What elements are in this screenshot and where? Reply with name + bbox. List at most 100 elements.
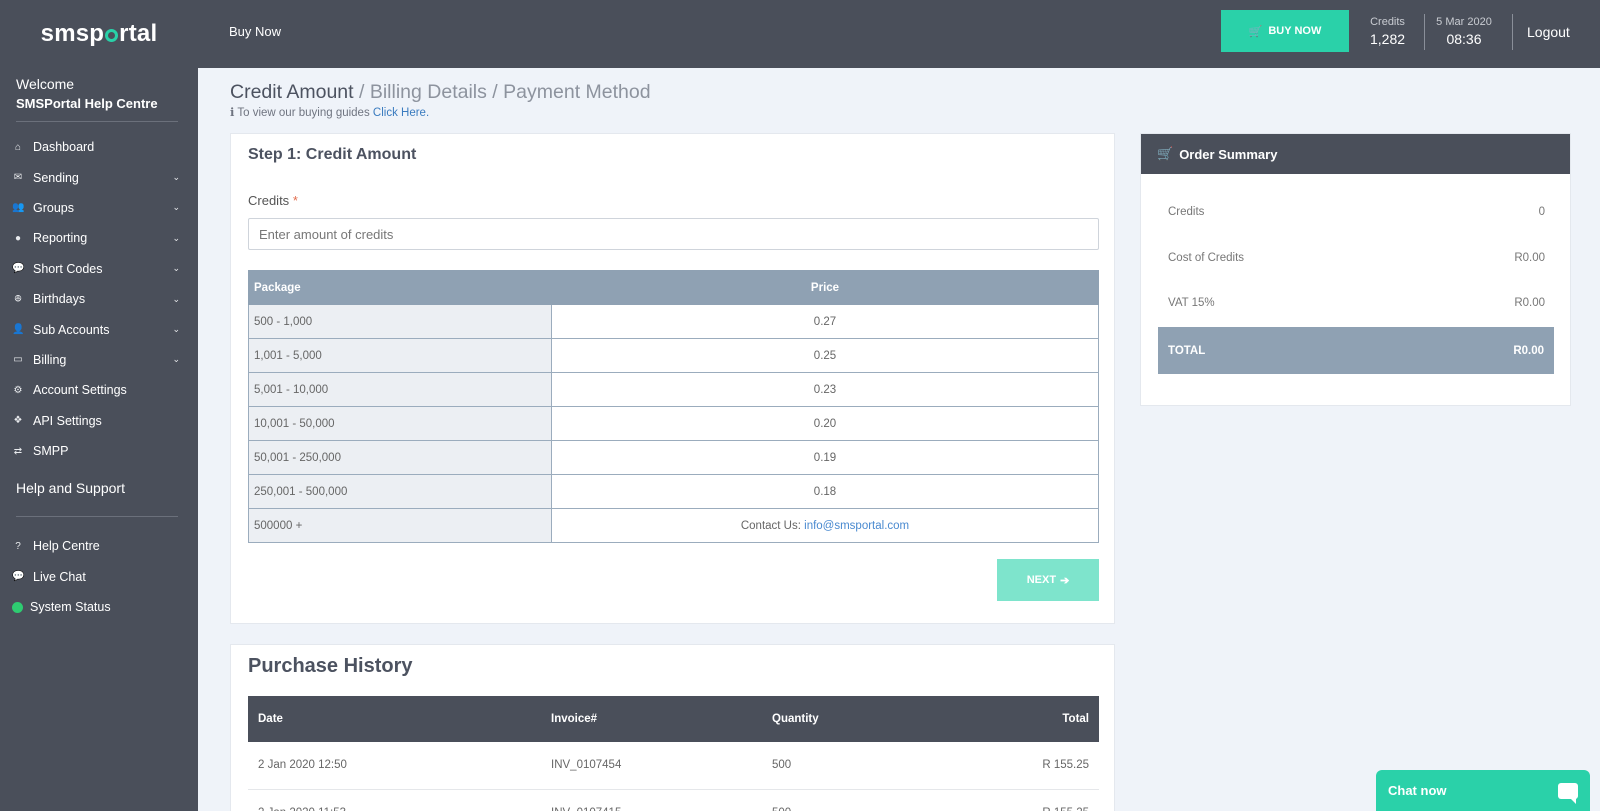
- row-invoice: INV_0107415: [541, 789, 762, 811]
- package-range: 250,001 - 500,000: [248, 474, 552, 509]
- package-price: 0.18: [551, 474, 1099, 509]
- history-header-row: Date Invoice# Quantity Total: [248, 696, 1099, 742]
- summary-row-credits: Credits 0: [1168, 206, 1545, 218]
- pricing-table: Package Price 500 - 1,000 0.27 1,001 - 5,0…: [248, 270, 1099, 543]
- purchase-history-card: Purchase History Date Invoice# Quantity …: [230, 644, 1115, 811]
- row-date: 2 Jan 2020 12:50: [248, 742, 541, 790]
- checkout-steps: Credit Amount / Billing Details / Paymen…: [230, 81, 651, 103]
- sidebar-item-label: Sub Accounts: [33, 322, 110, 337]
- topbar-divider: [1512, 14, 1513, 50]
- credit-amount-card: Step 1: Credit Amount Credits * Package …: [230, 133, 1115, 624]
- sidebar-item-billing[interactable]: ▭ Billing ⌄: [0, 345, 198, 375]
- sidebar-item-birthdays[interactable]: ꔮ Birthdays ⌄: [0, 284, 198, 314]
- buy-now-button[interactable]: 🛒 Buy Now: [1221, 10, 1349, 52]
- row-total: R 155.25: [916, 742, 1099, 790]
- sidebar-item-label: API Settings: [33, 413, 102, 428]
- logout-button[interactable]: Logout: [1527, 24, 1570, 40]
- credits-value: 1,282: [1370, 31, 1406, 47]
- sidebar-item-label: Short Codes: [33, 261, 103, 276]
- sidebar-item-system-status[interactable]: System Status: [0, 592, 198, 622]
- guide-link[interactable]: Click Here.: [373, 107, 429, 119]
- sidebar-item-label: Groups: [33, 200, 74, 215]
- current-date: 5 Mar 2020: [1436, 16, 1492, 28]
- logo[interactable]: sms p rtal: [0, 0, 198, 68]
- arrow-right-icon: ➔: [1060, 574, 1070, 587]
- breadcrumb[interactable]: Buy Now: [229, 24, 281, 39]
- exchange-icon: ⇄: [13, 445, 23, 457]
- package-range: 500 - 1,000: [248, 304, 552, 339]
- credits-input[interactable]: [248, 218, 1099, 250]
- invoice-header: Invoice#: [541, 696, 762, 742]
- next-button[interactable]: NEXT ➔: [997, 559, 1099, 601]
- summary-row-vat: VAT 15% R0.00: [1168, 297, 1545, 309]
- table-row[interactable]: 2 Jan 2020 11:53INV_0107415500R 155.25: [248, 789, 1099, 811]
- sidebar-item-label: Account Settings: [33, 383, 127, 398]
- help-support-title: Help and Support: [16, 480, 125, 497]
- sidebar-item-live-chat[interactable]: 💬 Live Chat: [0, 562, 198, 592]
- row-quantity: 500: [762, 789, 917, 811]
- purchase-history-table: Date Invoice# Quantity Total 2 Jan 2020 …: [248, 696, 1099, 811]
- package-range: 500000 +: [248, 508, 552, 543]
- sidebar-item-help-centre[interactable]: ? Help Centre: [0, 531, 198, 561]
- sidebar-item-sub-accounts[interactable]: 👤 Sub Accounts ⌄: [0, 314, 198, 344]
- comment-icon: 💬: [12, 571, 25, 583]
- pricing-row: 1,001 - 5,000 0.25: [248, 338, 1099, 373]
- summary-row-cost: Cost of Credits R0.00: [1168, 252, 1545, 264]
- welcome-block: Welcome SMSPortal Help Centre: [0, 68, 198, 111]
- contact-email-link[interactable]: info@smsportal.com: [804, 520, 909, 532]
- topbar-divider: [1424, 14, 1425, 50]
- total-header: Total: [916, 696, 1099, 742]
- history-title: Purchase History: [248, 655, 413, 677]
- question-circle-icon: ?: [15, 540, 21, 552]
- sidebar-item-dashboard[interactable]: ⌂ Dashboard: [0, 132, 198, 162]
- chat-now-label: Chat now: [1388, 783, 1447, 798]
- pricing-header-row: Package Price: [248, 270, 1099, 305]
- chevron-down-icon: ⌄: [172, 172, 180, 183]
- package-range: 5,001 - 10,000: [248, 372, 552, 407]
- users-icon: 👥: [12, 202, 25, 214]
- summary-value: R0.00: [1514, 252, 1545, 264]
- summary-label: Credits: [1168, 206, 1205, 218]
- package-header: Package: [248, 270, 552, 305]
- summary-label: VAT 15%: [1168, 297, 1215, 309]
- sidebar-item-api-settings[interactable]: ❖ API Settings: [0, 406, 198, 436]
- step-billing-details: Billing Details: [369, 81, 487, 103]
- sidebar-item-groups[interactable]: 👥 Groups ⌄: [0, 193, 198, 223]
- table-row[interactable]: 2 Jan 2020 12:50 INV_0107454 500 R 155.25: [248, 742, 1099, 790]
- current-time: 08:36: [1446, 31, 1482, 47]
- credits-label: Credits: [1370, 16, 1405, 28]
- credit-card-icon: ▭: [13, 354, 23, 366]
- user-plus-icon: 👤: [12, 324, 25, 336]
- sidebar-item-label: Sending: [33, 170, 79, 185]
- summary-value: R0.00: [1514, 297, 1545, 309]
- main-nav: ⌂ Dashboard ✉ Sending ⌄ 👥 Groups ⌄ ● Reporting ⌄ 💬 S…: [0, 132, 198, 466]
- welcome-label: Welcome: [16, 76, 75, 92]
- topbar: Buy Now 🛒 Buy Now Credits 1,282 5 Mar 20…: [198, 0, 1600, 68]
- price-header: Price: [551, 270, 1099, 305]
- sidebar-item-label: SMPP: [33, 444, 69, 459]
- order-summary-card: 🛒 Order Summary Credits 0 Cost of Credit…: [1140, 133, 1571, 406]
- row-total: R 155.25: [916, 789, 1099, 811]
- sidebar-item-account-settings[interactable]: ⚙ Account Settings: [0, 375, 198, 405]
- sidebar-item-reporting[interactable]: ● Reporting ⌄: [0, 223, 198, 253]
- step-credit-amount: Credit Amount: [230, 81, 354, 103]
- total-value: R0.00: [1513, 344, 1544, 357]
- pricing-row: 250,001 - 500,000 0.18: [248, 474, 1099, 509]
- buy-now-label: Buy Now: [1268, 25, 1322, 37]
- chat-now-widget[interactable]: Chat now: [1376, 770, 1590, 811]
- date-header: Date: [248, 696, 541, 742]
- sidebar-item-sending[interactable]: ✉ Sending ⌄: [0, 162, 198, 192]
- sidebar-item-short-codes[interactable]: 💬 Short Codes ⌄: [0, 254, 198, 284]
- download-circle-icon: ●: [14, 232, 22, 244]
- credits-label-text: Credits: [248, 193, 290, 208]
- cubes-icon: ❖: [13, 415, 23, 427]
- chevron-down-icon: ⌄: [172, 354, 180, 365]
- date-time: 5 Mar 2020 08:36: [1436, 16, 1492, 47]
- next-label: NEXT: [1026, 574, 1057, 586]
- row-quantity: 500: [762, 742, 917, 790]
- total-label: TOTAL: [1168, 344, 1206, 357]
- chevron-down-icon: ⌄: [172, 293, 180, 304]
- cart-icon: 🛒: [1157, 146, 1174, 161]
- sidebar-item-label: Birthdays: [33, 292, 86, 307]
- sidebar-item-smpp[interactable]: ⇄ SMPP: [0, 436, 198, 466]
